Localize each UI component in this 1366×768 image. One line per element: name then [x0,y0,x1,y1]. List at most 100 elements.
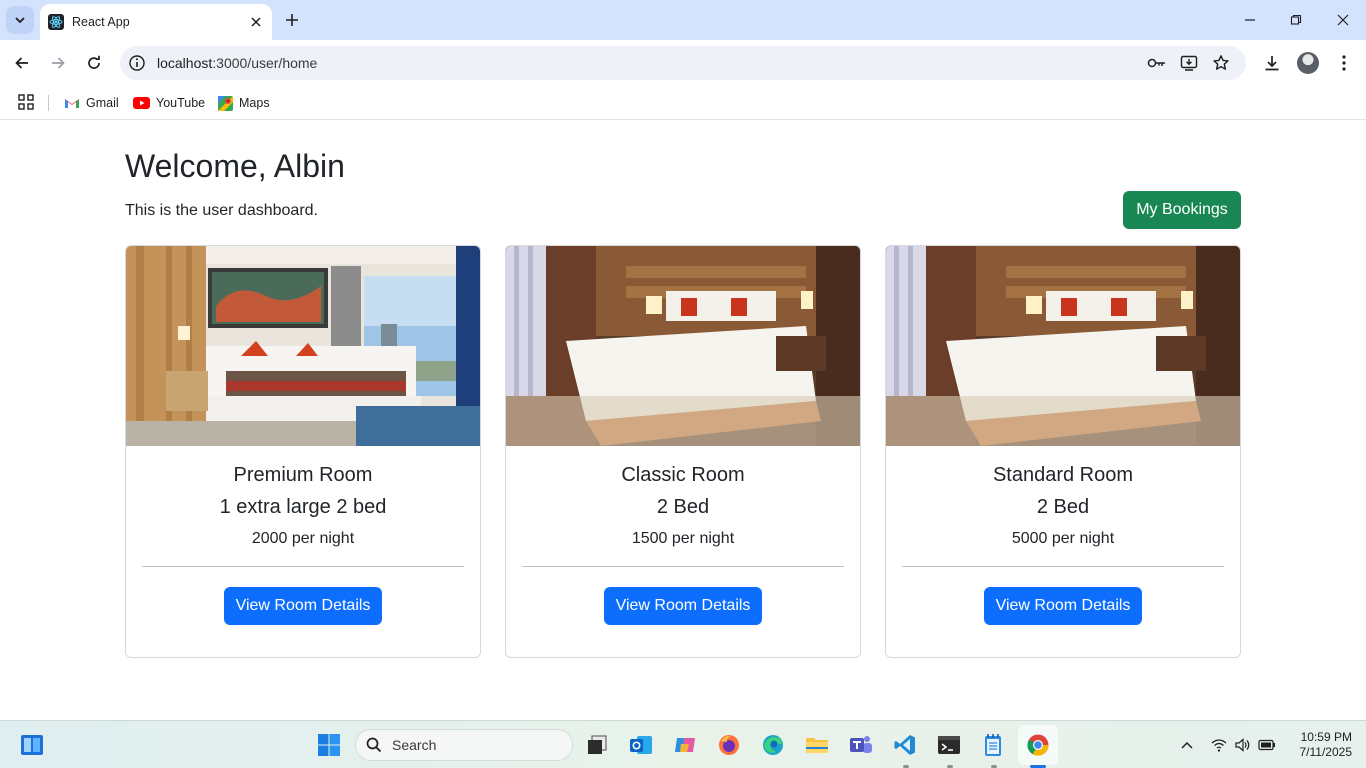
wifi-icon [1211,739,1227,752]
widgets-button[interactable] [18,731,46,759]
install-app-button[interactable] [1179,53,1199,73]
my-bookings-button[interactable]: My Bookings [1123,191,1241,229]
view-room-details-button[interactable]: View Room Details [224,587,382,625]
address-bar[interactable]: localhost:3000/user/home [120,46,1246,80]
room-card: Premium Room 1 extra large 2 bed 2000 pe… [125,245,481,658]
page-subtitle: This is the user dashboard. [125,202,318,219]
room-name: Premium Room [233,464,373,486]
battery-icon [1258,739,1275,751]
page-title: Welcome, Albin [125,148,345,184]
volume-button[interactable] [1233,735,1253,755]
url-text[interactable]: localhost:3000/user/home [157,55,317,71]
copilot-button[interactable] [671,731,699,759]
apps-grid-icon[interactable] [17,93,35,111]
forward-button[interactable] [46,51,70,75]
minimize-button[interactable] [1240,10,1260,30]
firefox-icon [719,735,739,755]
page-content: Welcome, Albin This is the user dashboar… [0,121,1366,720]
reload-icon [88,55,100,69]
browser-tab[interactable]: React App [40,4,272,40]
card-divider [142,566,464,567]
system-clock[interactable]: 10:59 PM 7/11/2025 [1284,730,1353,760]
chevron-down-icon [15,17,25,24]
arrow-right-icon [52,57,65,69]
vscode-icon [894,735,915,755]
back-button[interactable] [10,51,34,75]
youtube-icon [133,97,150,109]
terminal-icon [938,736,960,754]
bookmark-label: Maps [239,96,270,110]
bookmark-label: YouTube [156,96,206,110]
task-view-icon [588,735,607,754]
card-divider [522,566,844,567]
room-card: Standard Room 2 Bed 5000 per night View … [885,245,1241,658]
view-room-details-button[interactable]: View Room Details [604,587,762,625]
wifi-button[interactable] [1209,735,1229,755]
browser-menu-button[interactable] [1333,52,1355,74]
reload-button[interactable] [82,51,106,75]
show-hidden-icons-button[interactable] [1177,735,1197,755]
teams-button[interactable] [847,731,875,759]
clock-time: 10:59 PM [1300,730,1352,744]
room-price: 1500 per night [631,530,735,547]
restore-button[interactable] [1286,10,1306,30]
profile-avatar[interactable] [1297,52,1319,74]
firefox-button[interactable] [715,731,743,759]
star-icon [1213,55,1229,70]
close-icon [251,17,261,27]
vscode-button[interactable] [891,731,919,759]
tab-search-button[interactable] [6,6,34,34]
arrow-left-icon [15,57,28,69]
room-photo [126,246,480,446]
teams-icon [850,736,872,753]
widgets-icon [21,735,43,755]
browser-toolbar: localhost:3000/user/home [0,40,1366,86]
room-beds: 2 Bed [1036,496,1090,518]
install-icon [1180,55,1198,71]
close-window-button[interactable] [1333,10,1353,30]
copilot-icon [675,738,695,752]
bookmark-youtube[interactable]: YouTube [133,92,205,114]
room-photo [506,246,860,446]
room-name: Standard Room [992,464,1134,486]
room-card: Classic Room 2 Bed 1500 per night View R… [505,245,861,658]
bookmarks-separator [48,95,49,111]
terminal-button[interactable] [935,731,963,759]
search-icon [366,737,382,753]
password-key-button[interactable] [1147,53,1167,73]
maps-icon [218,95,233,111]
downloads-button[interactable] [1261,52,1283,74]
bookmark-maps[interactable]: Maps [218,92,270,114]
battery-button[interactable] [1257,735,1277,755]
bookmark-gmail[interactable]: Gmail [64,92,119,114]
outlook-button[interactable] [627,731,655,759]
edge-icon [763,735,783,755]
windows-start-icon [318,734,340,756]
room-name: Classic Room [621,464,745,486]
start-button[interactable] [315,731,343,759]
room-beds: 1 extra large 2 bed [219,496,387,518]
room-price: 2000 per night [251,530,355,547]
clock-date: 7/11/2025 [1299,745,1353,759]
edge-button[interactable] [759,731,787,759]
download-icon [1265,56,1279,71]
file-explorer-button[interactable] [803,731,831,759]
view-room-details-button[interactable]: View Room Details [984,587,1142,625]
taskbar-search[interactable]: Search [355,729,573,761]
room-beds: 2 Bed [656,496,710,518]
info-icon[interactable] [128,54,146,72]
taskbar: Search 10:59 PM 7/11/2025 [0,720,1366,768]
new-tab-button[interactable] [282,10,302,30]
chrome-button[interactable] [1024,731,1052,759]
chrome-icon [1027,734,1049,756]
task-view-button[interactable] [583,731,611,759]
tab-close-button[interactable] [248,14,264,30]
react-icon [48,14,64,30]
notepad-button[interactable] [979,731,1007,759]
taskbar-search-placeholder: Search [392,737,437,753]
kebab-menu-icon [1342,55,1346,71]
bookmark-label: Gmail [86,96,119,110]
bookmark-star-button[interactable] [1211,53,1231,73]
bookmarks-bar: Gmail YouTube Maps [0,86,1366,120]
minimize-icon [1245,19,1255,21]
